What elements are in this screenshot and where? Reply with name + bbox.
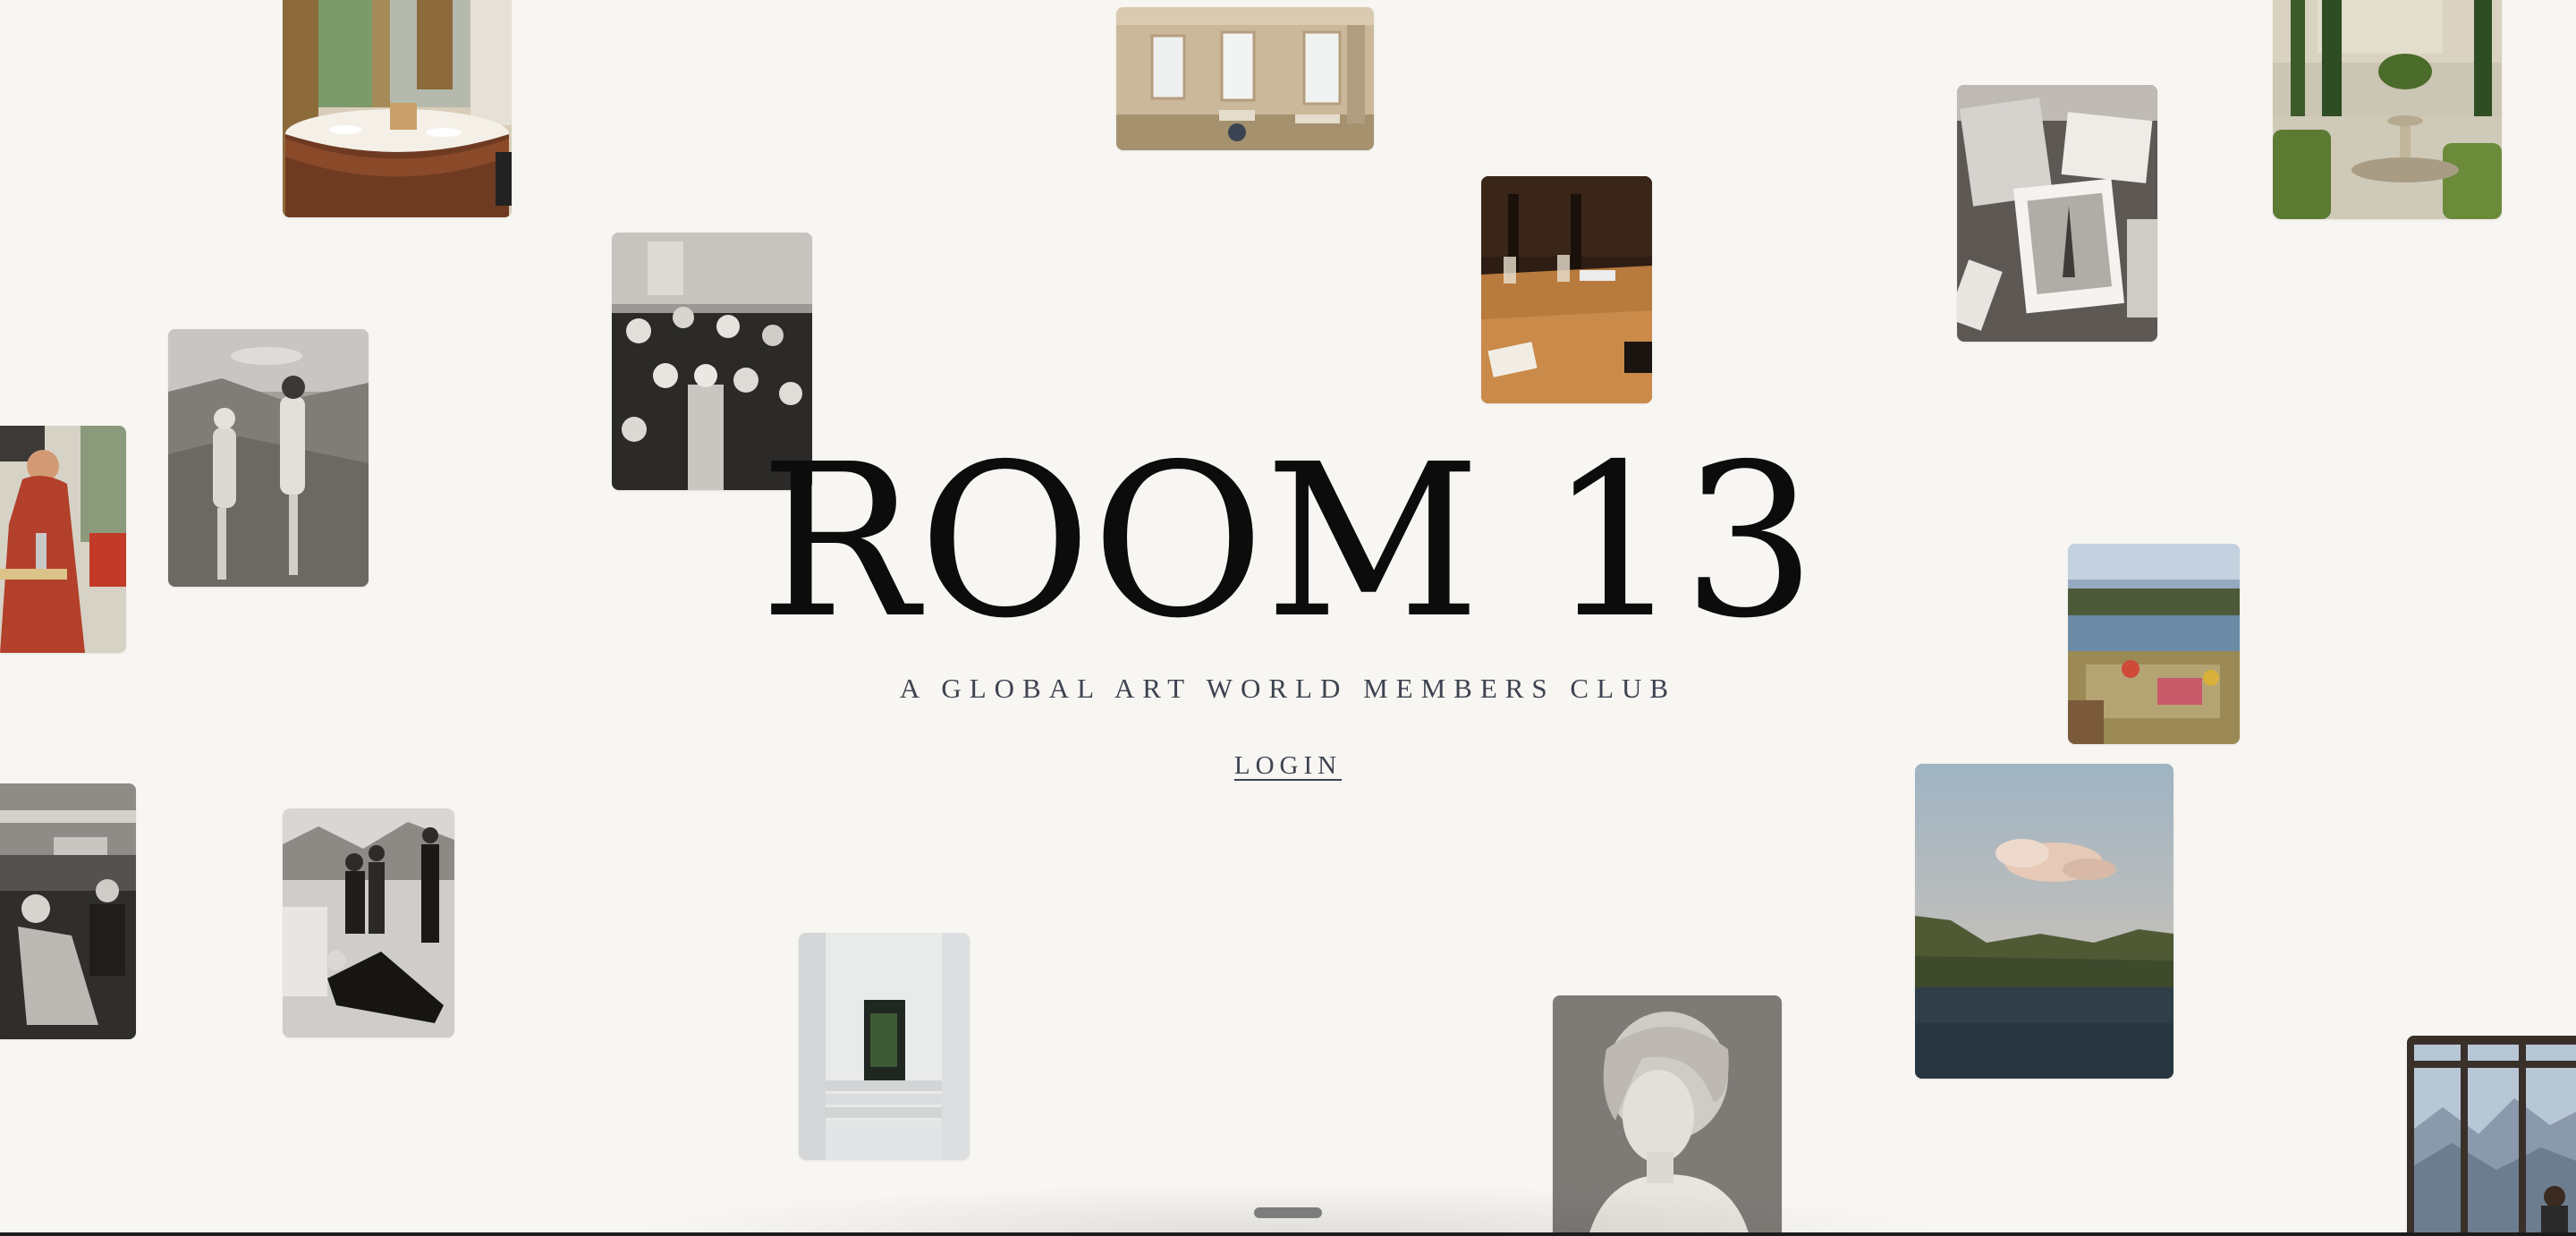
brand-title: ROOM 13 xyxy=(759,419,1817,665)
gallery-photo-men-ski-scene xyxy=(283,808,454,1037)
bottom-edge-divider xyxy=(0,1232,2576,1236)
login-link[interactable]: LOGIN xyxy=(1234,751,1342,780)
gallery-photo-bar-table-cards xyxy=(1481,176,1652,403)
gallery-photo-restaurant-table xyxy=(283,0,512,217)
gallery-photo-lounge-scene xyxy=(0,783,136,1039)
gallery-photo-white-stair-doorway xyxy=(799,933,970,1160)
gallery-photo-photo-prints xyxy=(1957,85,2157,342)
brand-tagline: A GLOBAL ART WORLD MEMBERS CLUB xyxy=(899,673,1677,704)
brand-header: ROOM 13 xyxy=(0,436,2576,648)
home-indicator[interactable] xyxy=(1254,1207,1322,1218)
landing-page: ROOM 13 A GLOBAL ART WORLD MEMBERS CLUB … xyxy=(0,0,2576,1236)
login-container: LOGIN xyxy=(0,751,2576,781)
gallery-photo-mountain-lake-cloud xyxy=(1915,764,2174,1079)
gallery-photo-empty-room-windows xyxy=(1116,7,1374,150)
gallery-photo-mountain-window-view xyxy=(2407,1036,2576,1236)
gallery-photo-garden-fountain xyxy=(2273,0,2502,219)
